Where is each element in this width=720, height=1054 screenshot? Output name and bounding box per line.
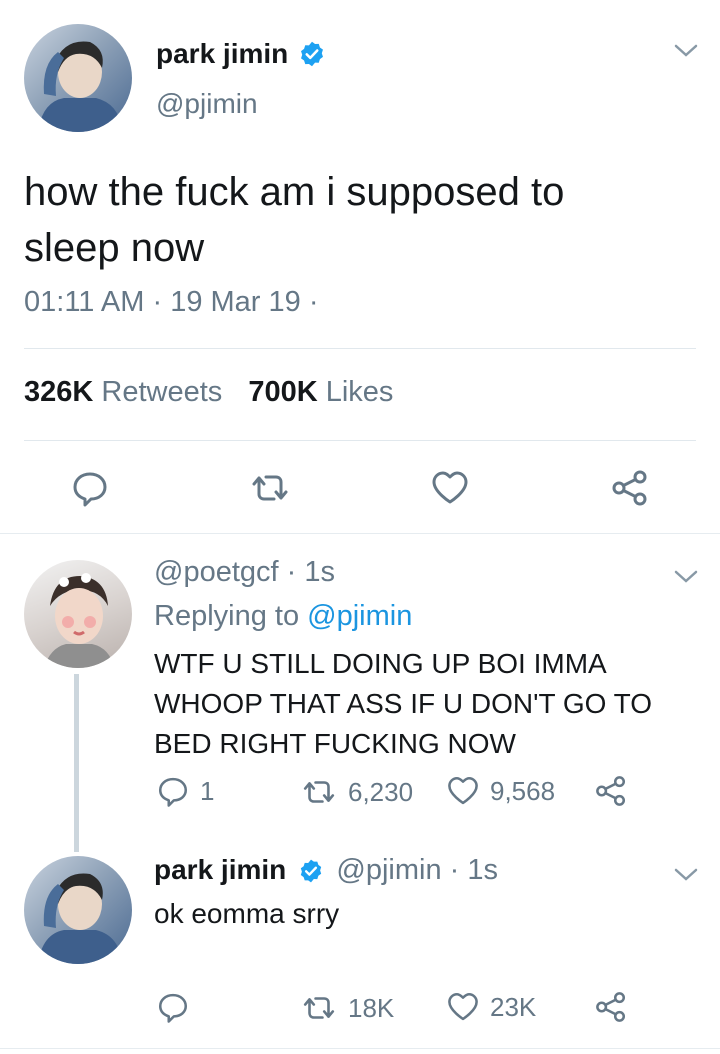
likes-stat[interactable]: 700K Likes	[248, 376, 393, 408]
tweet-text-line: how the fuck am i supposed to	[24, 170, 565, 214]
section-divider	[0, 533, 720, 534]
share-icon[interactable]	[594, 990, 628, 1024]
replying-to: Replying to @pjimin	[154, 600, 412, 633]
tweet-timestamp[interactable]: 01:11 AM · 19 Mar 19 ·	[24, 286, 319, 319]
retweets-stat[interactable]: 326K Retweets	[24, 376, 230, 408]
reply-icon[interactable]	[70, 468, 110, 508]
reply2-author-handle[interactable]: @pjimin	[336, 854, 441, 886]
main-author-name[interactable]: park jimin	[156, 38, 288, 70]
reply-author-handle[interactable]: @poetgcf	[154, 556, 279, 588]
reply2-time[interactable]: 1s	[467, 854, 498, 886]
reply2-text: ok eomma srry	[154, 898, 340, 929]
like-icon	[448, 992, 478, 1021]
retweet-button[interactable]: 6,230	[300, 776, 413, 808]
tweet-time: 01:11 AM	[24, 286, 145, 318]
reply-count: 1	[200, 775, 215, 806]
retweet-count: 6,230	[348, 776, 414, 807]
share-icon[interactable]	[610, 468, 650, 508]
like-button[interactable]: 9,568	[446, 774, 555, 808]
divider	[24, 440, 696, 441]
replying-to-label: Replying to	[154, 600, 300, 632]
separator-dot: ·	[308, 286, 319, 318]
section-divider	[0, 1048, 720, 1049]
reply2-author-avatar[interactable]	[24, 856, 132, 964]
tweet-text-line: sleep now	[24, 226, 205, 270]
separator-dot: ·	[152, 286, 163, 318]
tweet-text: how the fuck am i supposed to sleep now	[24, 164, 564, 276]
reply-text-line: WTF U STILL DOING UP BOI IMMA	[154, 648, 607, 679]
reply-text-line: BED RIGHT FUCKING NOW	[154, 728, 516, 759]
retweet-button[interactable]: 18K	[300, 992, 394, 1024]
retweets-count: 326K	[24, 376, 94, 408]
separator-dot: ·	[286, 556, 297, 588]
reply2-author-name[interactable]: park jimin	[154, 854, 286, 885]
reply-icon[interactable]	[156, 990, 190, 1024]
verified-badge-icon	[298, 40, 326, 73]
like-icon	[448, 776, 478, 805]
like-icon[interactable]	[430, 468, 470, 508]
reply-author-avatar[interactable]	[24, 560, 132, 668]
likes-label: Likes	[325, 376, 394, 408]
reply-header: @poetgcf · 1s	[154, 556, 335, 589]
share-icon[interactable]	[594, 774, 628, 808]
divider	[24, 348, 696, 349]
retweet-icon	[303, 997, 335, 1019]
likes-count: 700K	[248, 376, 318, 408]
like-button[interactable]: 23K	[446, 990, 536, 1024]
like-count: 23K	[490, 991, 537, 1022]
thread-line	[74, 674, 79, 852]
separator-dot: ·	[449, 854, 460, 886]
retweet-icon[interactable]	[248, 470, 292, 506]
reply-icon	[158, 777, 188, 807]
like-count: 9,568	[490, 775, 556, 806]
main-author-avatar[interactable]	[24, 24, 132, 132]
retweet-icon	[303, 781, 335, 803]
reply-text: WTF U STILL DOING UP BOI IMMA WHOOP THAT…	[154, 644, 652, 764]
tweet-date: 19 Mar 19	[170, 286, 301, 318]
verified-badge-icon	[298, 855, 324, 888]
retweets-label: Retweets	[101, 376, 223, 408]
reply-text-line: WHOOP THAT ASS IF U DON'T GO TO	[154, 688, 653, 719]
reply-button[interactable]: 1	[156, 774, 214, 808]
reply-time[interactable]: 1s	[304, 556, 335, 588]
chevron-down-icon[interactable]	[672, 40, 700, 65]
tweet-stats: 326K Retweets 700K Likes	[24, 376, 393, 409]
replying-to-handle[interactable]: @pjimin	[307, 600, 412, 632]
reply2-header: park jimin @pjimin · 1s	[154, 854, 498, 888]
chevron-down-icon[interactable]	[672, 864, 700, 889]
main-author-handle[interactable]: @pjimin	[156, 88, 258, 120]
chevron-down-icon[interactable]	[672, 566, 700, 591]
retweet-count: 18K	[348, 992, 395, 1023]
